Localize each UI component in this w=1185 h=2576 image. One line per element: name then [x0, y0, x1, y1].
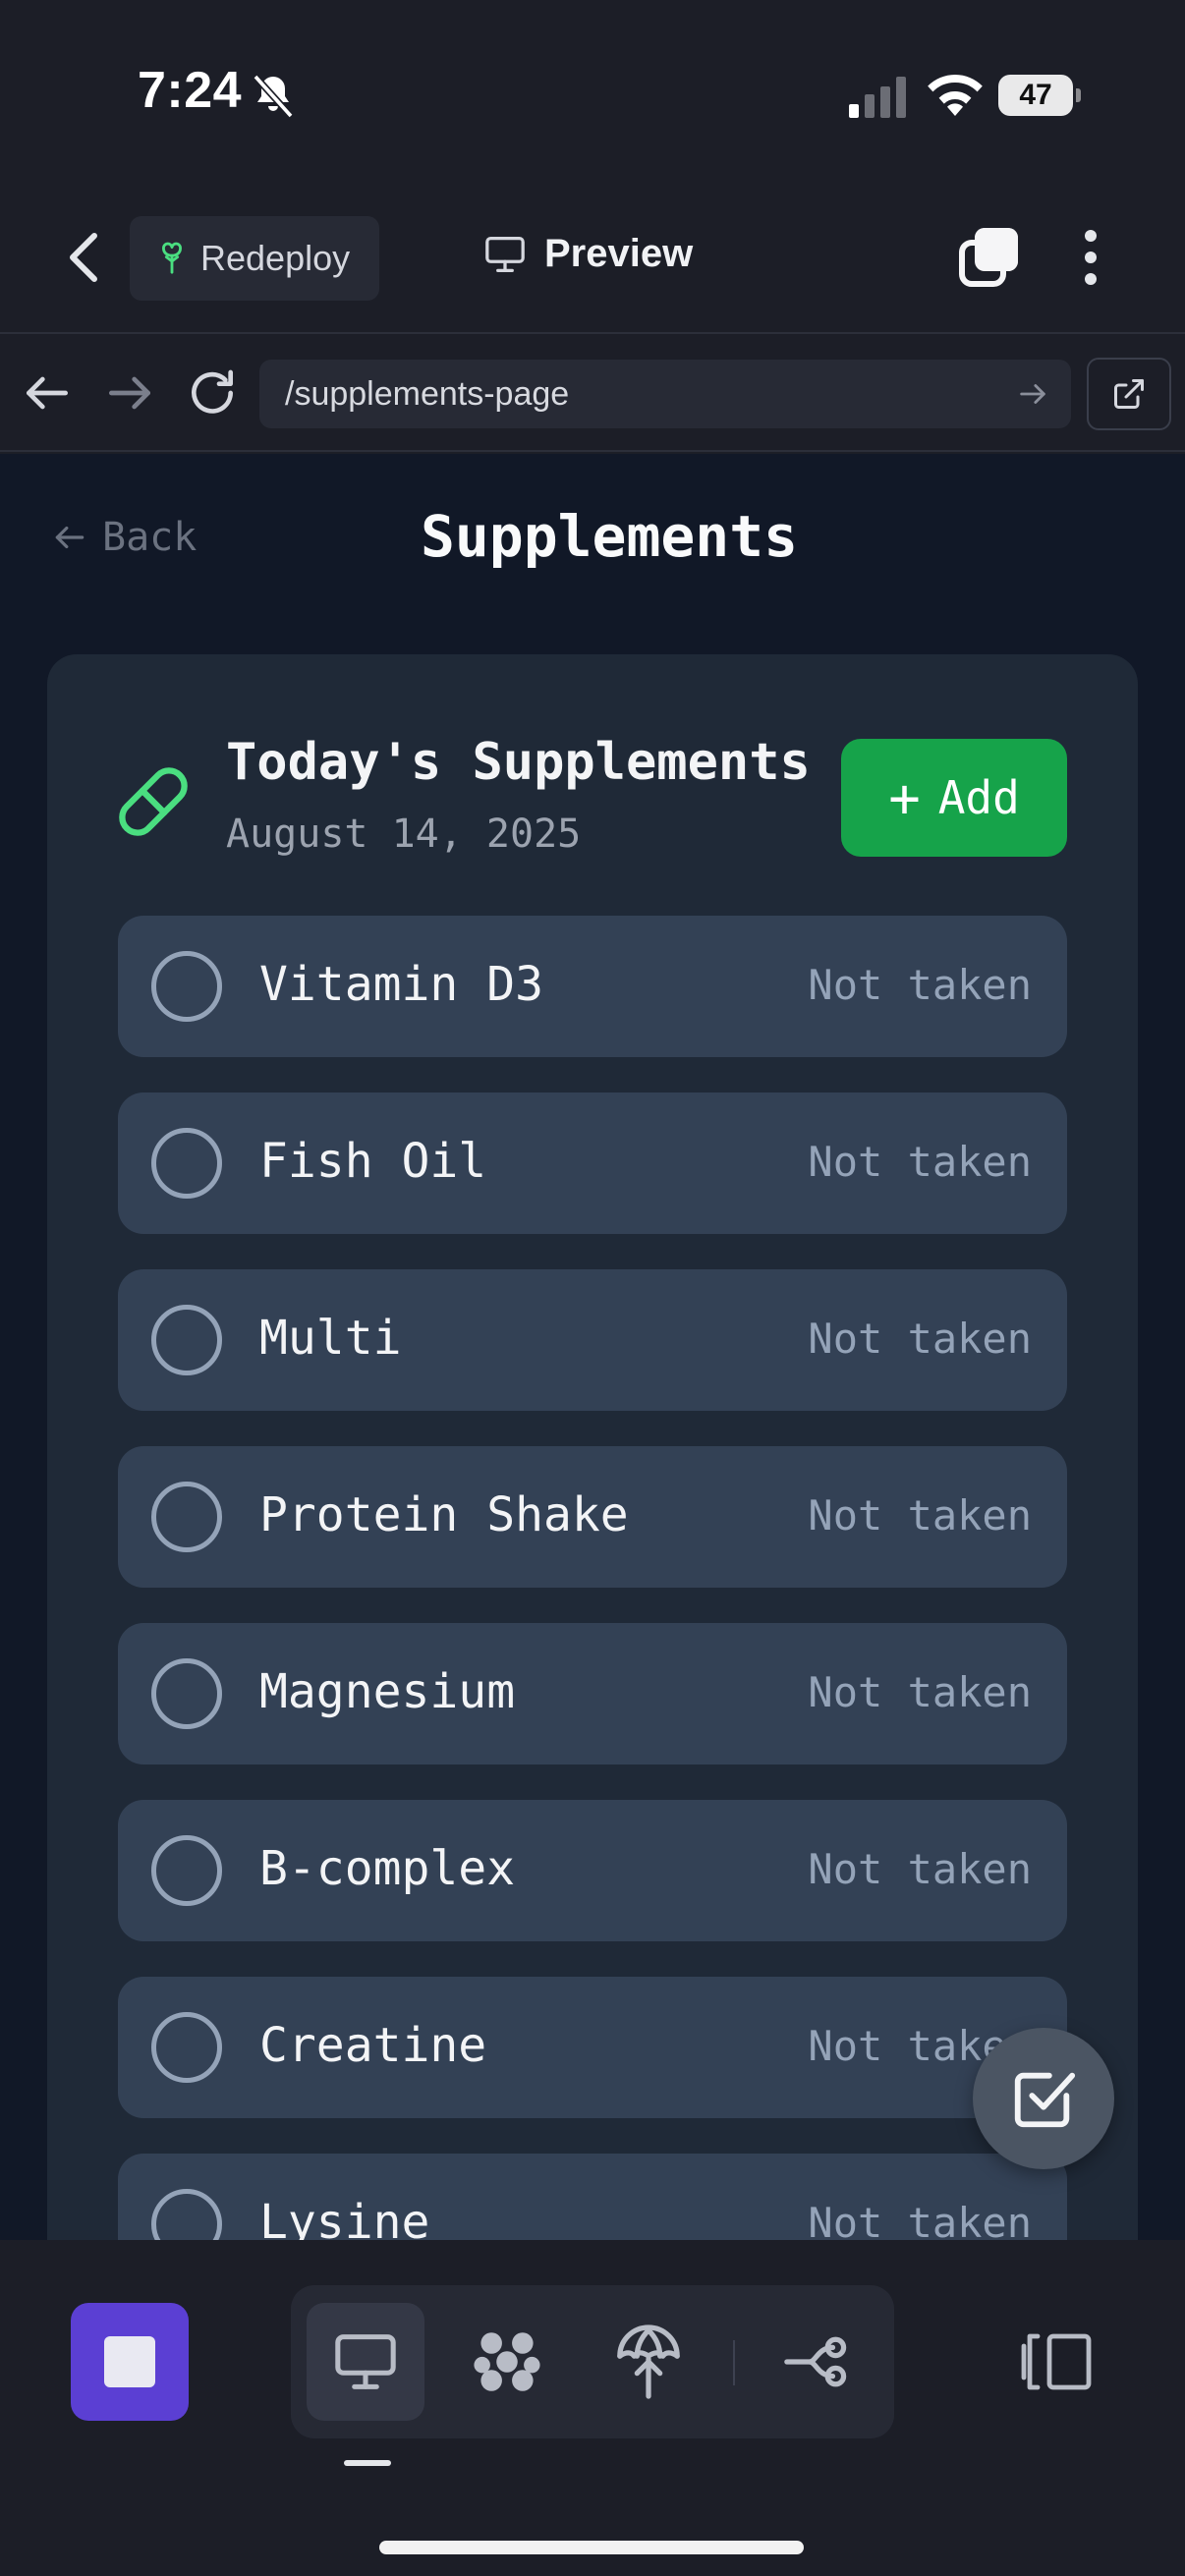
signal-icon — [849, 77, 906, 118]
stop-icon — [104, 2336, 155, 2387]
take-checkbox[interactable] — [151, 1128, 222, 1199]
supplement-status: Not taken — [808, 1845, 1032, 1893]
page-title: Supplements — [420, 503, 799, 570]
more-vertical-icon[interactable] — [1081, 228, 1100, 287]
supplement-status: Not taken — [808, 1491, 1032, 1540]
bottom-toolbar — [0, 2240, 1185, 2576]
card-date: August 14, 2025 — [226, 812, 582, 857]
url-input[interactable]: /supplements-page — [259, 360, 1071, 428]
take-checkbox[interactable] — [151, 1482, 222, 1552]
monitor-icon — [485, 236, 525, 272]
supplement-name: Vitamin D3 — [259, 957, 543, 1012]
checkbox-icon — [1014, 2072, 1076, 2128]
status-bar: 7:24 47 — [0, 0, 1185, 196]
active-tool-indicator — [344, 2460, 391, 2466]
preview-tab[interactable]: Preview — [483, 232, 693, 276]
browser-bar: /supplements-page — [0, 336, 1185, 452]
tool-group — [291, 2285, 894, 2438]
take-checkbox[interactable] — [151, 2189, 222, 2240]
chevron-left-icon[interactable] — [59, 228, 110, 287]
stop-button[interactable] — [71, 2303, 189, 2421]
page-content: Back Supplements Today's Supplements Aug… — [0, 454, 1185, 2240]
pill-icon — [119, 767, 188, 836]
supplement-item[interactable]: Multi Not taken — [118, 1269, 1067, 1411]
home-indicator — [379, 2541, 804, 2554]
share-tool-button[interactable] — [757, 2303, 875, 2421]
supplement-item[interactable]: Vitamin D3 Not taken — [118, 916, 1067, 1057]
redeploy-label: Redeploy — [200, 238, 351, 278]
deploy-tool-button[interactable] — [590, 2303, 707, 2421]
supplement-name: B-complex — [259, 1841, 516, 1896]
supplement-status: Not taken — [808, 1668, 1032, 1716]
wifi-icon — [928, 75, 983, 116]
battery-nub — [1076, 88, 1081, 102]
take-checkbox[interactable] — [151, 1658, 222, 1729]
take-checkbox[interactable] — [151, 1305, 222, 1375]
share-nodes-icon — [784, 2336, 847, 2387]
supplement-list: Vitamin D3 Not taken Fish Oil Not taken … — [118, 916, 1067, 2240]
battery-level: 47 — [998, 75, 1073, 116]
supplement-item[interactable]: Protein Shake Not taken — [118, 1446, 1067, 1588]
take-checkbox[interactable] — [151, 951, 222, 1022]
supplement-item[interactable]: B-complex Not taken — [118, 1800, 1067, 1941]
take-checkbox[interactable] — [151, 1835, 222, 1906]
tree-icon — [162, 242, 182, 274]
arrow-left-icon[interactable] — [20, 365, 75, 420]
bell-slash-icon — [253, 74, 294, 119]
status-time: 7:24 — [138, 62, 243, 119]
supplement-name: Creatine — [259, 2018, 487, 2073]
supplement-name: Multi — [259, 1311, 402, 1366]
app-header: Redeploy Preview — [0, 196, 1185, 334]
assets-tool-button[interactable] — [448, 2303, 566, 2421]
arrow-right-icon[interactable] — [1016, 377, 1049, 411]
add-label: Add — [937, 771, 1020, 824]
plus-icon: + — [888, 766, 921, 829]
supplements-card: Today's Supplements August 14, 2025 + Ad… — [47, 654, 1138, 2240]
open-external-button[interactable] — [1087, 358, 1171, 430]
supplement-name: Lysine — [259, 2195, 430, 2240]
deploy-icon — [617, 2324, 680, 2399]
supplement-item[interactable]: Magnesium Not taken — [118, 1623, 1067, 1764]
redeploy-button[interactable]: Redeploy — [130, 216, 379, 301]
supplement-status: Not taken — [808, 1315, 1032, 1363]
supplement-name: Fish Oil — [259, 1134, 487, 1189]
reload-icon[interactable] — [185, 365, 240, 420]
url-text: /supplements-page — [285, 374, 570, 413]
supplement-item[interactable]: Creatine Not taken — [118, 1977, 1067, 2118]
supplement-name: Magnesium — [259, 1664, 516, 1719]
toolbar-divider — [733, 2340, 735, 2385]
arrow-right-icon[interactable] — [102, 365, 157, 420]
supplement-status: Not taken — [808, 961, 1032, 1009]
checklist-fab[interactable] — [973, 2028, 1114, 2169]
add-supplement-button[interactable]: + Add — [841, 739, 1067, 857]
supplement-status: Not taken — [808, 1138, 1032, 1186]
supplement-status: Not taken — [808, 2199, 1032, 2240]
external-link-icon — [1114, 379, 1144, 409]
supplement-item[interactable]: Fish Oil Not taken — [118, 1092, 1067, 1234]
supplement-item[interactable]: Lysine Not taken — [118, 2154, 1067, 2240]
card-title: Today's Supplements — [226, 733, 811, 792]
supplement-name: Protein Shake — [259, 1487, 629, 1542]
tabs-icon[interactable] — [959, 226, 1020, 287]
preview-label: Preview — [544, 232, 694, 275]
panel-icon[interactable] — [1018, 2330, 1093, 2393]
battery-icon: 47 — [998, 75, 1081, 116]
blob-icon — [474, 2332, 540, 2391]
take-checkbox[interactable] — [151, 2012, 222, 2083]
preview-tool-button[interactable] — [307, 2303, 424, 2421]
monitor-icon — [335, 2334, 396, 2389]
